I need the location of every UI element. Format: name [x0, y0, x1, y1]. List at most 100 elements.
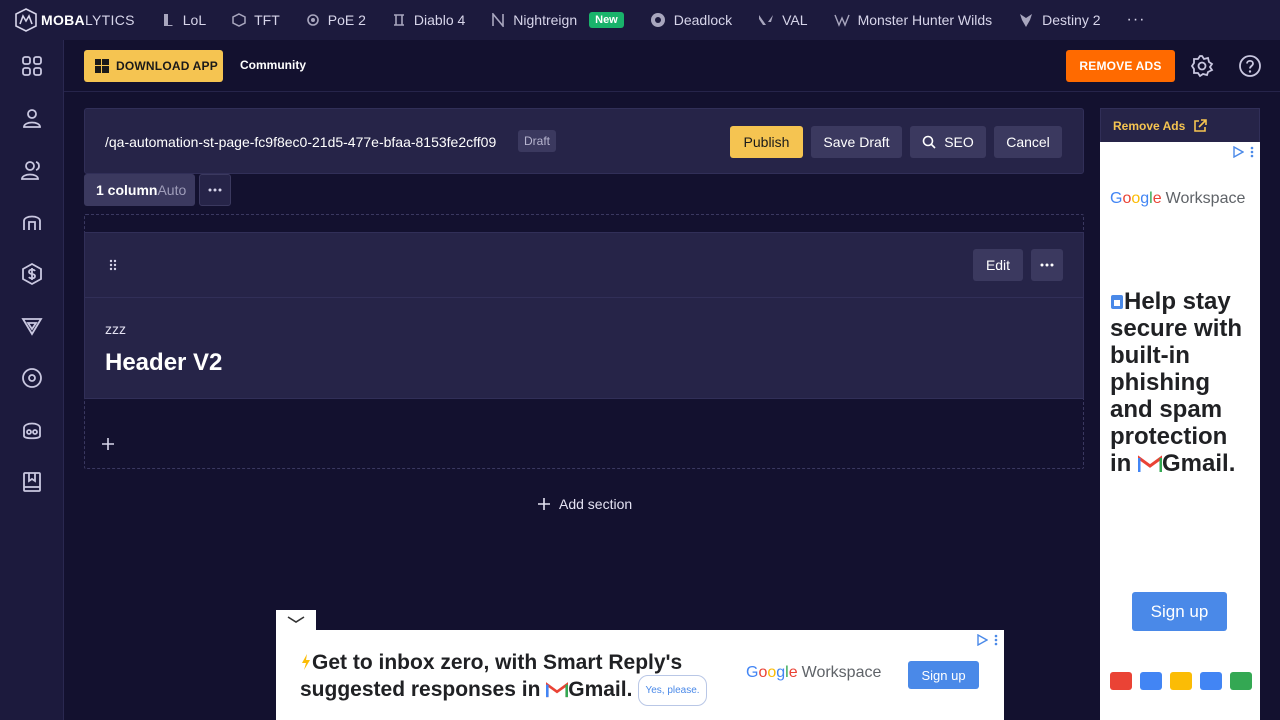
- logo-letter: e: [1152, 190, 1162, 207]
- logo-suffix: Workspace: [1165, 190, 1246, 207]
- status-badge: Draft: [518, 130, 557, 152]
- nav-game-deadlock[interactable]: Deadlock: [650, 0, 732, 40]
- save-draft-button[interactable]: Save Draft: [811, 126, 902, 158]
- nav-game-diablo4[interactable]: Diablo 4: [392, 0, 465, 40]
- drag-handle-icon[interactable]: [109, 259, 117, 271]
- nav-game-tft[interactable]: TFT: [232, 0, 280, 40]
- nav-game-valorant[interactable]: VAL: [758, 0, 808, 40]
- remove-ads-link[interactable]: Remove Ads: [1100, 108, 1260, 142]
- nav-game-label: LoL: [182, 12, 207, 28]
- helmet-icon[interactable]: [20, 210, 44, 234]
- top-navigation: MOBALYTICS LoL TFT PoE 2 Diablo 4 Nightr…: [0, 0, 1280, 40]
- nav-game-label: VAL: [782, 12, 808, 28]
- nav-game-destiny2[interactable]: Destiny 2: [1018, 0, 1101, 40]
- ad-choices[interactable]: [976, 634, 998, 646]
- lightning-icon: [302, 654, 310, 670]
- gear-icon[interactable]: [1190, 54, 1214, 78]
- bottom-ad-signup-button[interactable]: Sign up: [908, 661, 979, 689]
- side-ad-signup-button[interactable]: Sign up: [1132, 592, 1227, 631]
- community-link[interactable]: Community: [240, 58, 306, 72]
- mobalytics-logo-icon: [15, 8, 37, 32]
- new-badge: New: [589, 12, 624, 28]
- nav-game-lol[interactable]: LoL: [161, 0, 206, 40]
- logo-letter: o: [758, 664, 768, 681]
- more-horizontal-icon: [1040, 263, 1054, 267]
- nightreign-icon: [492, 13, 505, 27]
- ad-choices-icon: [977, 634, 988, 646]
- calendar-app-icon: [1140, 672, 1162, 690]
- gmail-icon: [546, 682, 569, 698]
- destiny2-icon: [1020, 14, 1033, 27]
- remove-ads-button[interactable]: REMOVE ADS: [1066, 50, 1175, 82]
- header-block: Edit zzz Header V2: [84, 232, 1084, 399]
- section-options-button[interactable]: [199, 174, 231, 206]
- gmail-icon: [1138, 455, 1162, 472]
- more-games-icon[interactable]: ···: [1127, 11, 1146, 29]
- block-options-button[interactable]: [1031, 249, 1063, 281]
- workspace-app-icons: [1110, 672, 1252, 690]
- nav-game-mhw[interactable]: Monster Hunter Wilds: [833, 0, 992, 40]
- mhw-icon: [833, 14, 850, 27]
- help-icon[interactable]: [1238, 54, 1262, 78]
- edit-block-button[interactable]: Edit: [973, 249, 1023, 281]
- remove-ads-link-label: Remove Ads: [1113, 118, 1186, 133]
- block-kicker: zzz: [105, 321, 126, 337]
- nav-game-nightreign[interactable]: Nightreign New: [491, 0, 624, 40]
- bottom-advertisement[interactable]: Get to inbox zero, with Smart Reply's su…: [276, 630, 1004, 720]
- side-advertisement[interactable]: Go o g l e Workspace Help stay secure with bu…: [1100, 142, 1260, 720]
- column-mode-label: Auto: [157, 182, 187, 198]
- seo-button[interactable]: SEO: [910, 126, 986, 158]
- page-slug: /qa-automation-st-page-fc9f8ec0-21d5-477…: [105, 134, 497, 150]
- external-link-icon: [1194, 118, 1208, 132]
- logo-letter: e: [788, 664, 798, 681]
- download-app-button[interactable]: DOWNLOAD APP: [84, 50, 223, 82]
- left-rail: [0, 40, 64, 720]
- block-toolbar: Edit: [85, 233, 1083, 298]
- drive-app-icon: [1170, 672, 1192, 690]
- logo-letter: g: [776, 664, 786, 681]
- nav-game-label: TFT: [254, 12, 280, 28]
- nav-game-label: Diablo 4: [413, 12, 466, 28]
- side-ad-headline: Help stay secure with built-in phishing …: [1110, 288, 1255, 477]
- logo-letter: o: [1122, 190, 1132, 207]
- logo-suffix: Workspace: [801, 664, 882, 681]
- bottom-ad-headline: Get to inbox zero, with Smart Reply's su…: [300, 650, 730, 706]
- add-block-icon[interactable]: [101, 437, 115, 451]
- guide-book-icon[interactable]: [20, 470, 44, 494]
- apps-grid-icon[interactable]: [20, 54, 44, 78]
- column-layout-selector[interactable]: 1 column Auto: [84, 174, 195, 206]
- poe2-icon: [306, 14, 319, 26]
- seo-label: SEO: [944, 134, 974, 150]
- triangle-icon[interactable]: [20, 314, 44, 338]
- game-character-icon[interactable]: [20, 418, 44, 442]
- logo-letter: G: [1110, 190, 1123, 207]
- cancel-button[interactable]: Cancel: [994, 126, 1062, 158]
- friends-icon[interactable]: [20, 158, 44, 182]
- google-workspace-logo: Go o g l e Workspace: [746, 664, 881, 682]
- logo-letter: g: [1140, 190, 1150, 207]
- nav-game-poe2[interactable]: PoE 2: [306, 0, 366, 40]
- logo-letter: o: [767, 664, 777, 681]
- page-header-bar: DOWNLOAD APP Community REMOVE ADS: [64, 40, 1280, 92]
- yes-please-chip[interactable]: Yes, please.: [638, 675, 707, 706]
- deadlock-icon: [650, 13, 665, 27]
- ad-collapse-button[interactable]: [276, 610, 316, 630]
- nav-game-label: Destiny 2: [1042, 12, 1101, 28]
- dollar-shield-icon[interactable]: [20, 262, 44, 286]
- plus-icon: [538, 498, 550, 510]
- publish-button[interactable]: Publish: [730, 126, 803, 158]
- disc-icon[interactable]: [20, 366, 44, 390]
- column-count-label: 1 column: [96, 182, 158, 198]
- mobalytics-logo[interactable]: MOBALYTICS: [14, 8, 135, 32]
- profile-icon[interactable]: [20, 106, 44, 130]
- logo-text-bold: MOBA: [41, 12, 85, 28]
- diablo4-icon: [393, 14, 404, 26]
- ad-choices-icon: [1233, 146, 1244, 158]
- add-section-button[interactable]: Add section: [537, 496, 632, 512]
- lol-icon: [163, 14, 173, 26]
- block-title: Header V2: [105, 349, 223, 376]
- nav-game-label: Nightreign: [513, 12, 578, 28]
- ad-choices[interactable]: [1232, 146, 1254, 158]
- side-ad-gmail-text: Gmail.: [1162, 450, 1236, 477]
- lock-icon: [1111, 295, 1123, 309]
